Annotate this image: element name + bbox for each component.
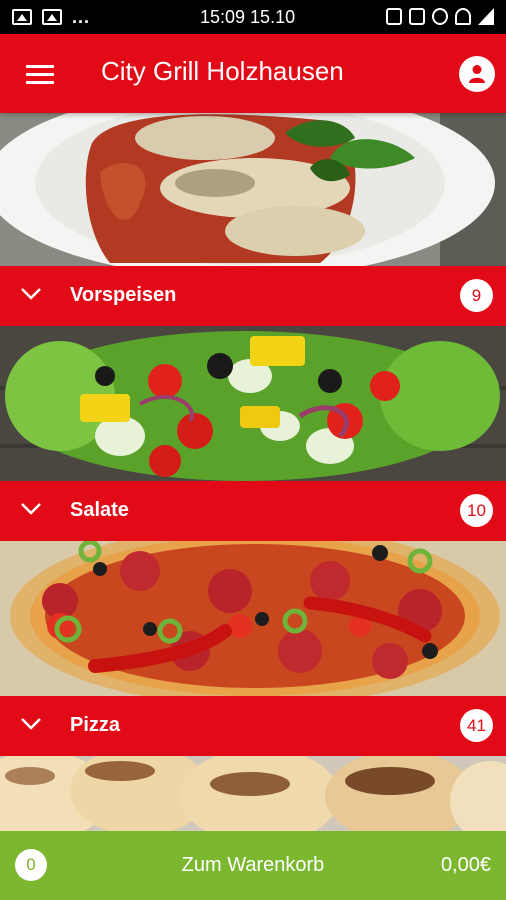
settings-icon	[432, 8, 448, 25]
gallery-notification-icon	[42, 9, 62, 25]
status-bar: ... 15:09 15.10	[0, 0, 506, 34]
app-bar: City Grill Holzhausen	[0, 34, 506, 113]
category-image-pizza[interactable]	[0, 541, 506, 696]
food-photo-pizza	[0, 541, 506, 696]
save-icon	[386, 8, 402, 25]
category-image-salate[interactable]	[0, 326, 506, 481]
category-label: Pizza	[70, 714, 121, 736]
item-count-badge: 9	[460, 279, 493, 312]
hamburger-icon-line	[26, 65, 54, 68]
menu-button[interactable]	[26, 65, 54, 85]
cart-total: 0,00€	[440, 854, 491, 876]
food-photo-casserole	[0, 113, 506, 266]
nfc-icon	[409, 8, 425, 25]
image-notification-icon	[12, 9, 32, 25]
status-time: 15:09 15.10	[200, 7, 296, 27]
chevron-down-icon	[21, 718, 41, 730]
category-label: Salate	[70, 499, 129, 521]
cart-label: Zum Warenkorb	[181, 854, 325, 876]
food-photo-salad	[0, 326, 506, 481]
system-icons	[386, 8, 494, 25]
signal-icon	[478, 8, 494, 25]
wifi-icon	[455, 8, 471, 25]
user-icon	[469, 65, 485, 83]
category-label: Vorspeisen	[70, 284, 177, 306]
cart-bar[interactable]: 0 Zum Warenkorb 0,00€	[0, 831, 506, 900]
category-header-vorspeisen[interactable]: Vorspeisen 9	[0, 266, 506, 326]
category-header-pizza[interactable]: Pizza 41	[0, 696, 506, 756]
chevron-down-icon	[21, 503, 41, 515]
user-account-button[interactable]	[459, 56, 495, 92]
food-photo-rolls	[0, 756, 506, 831]
category-image-vorspeisen[interactable]	[0, 113, 506, 266]
category-header-salate[interactable]: Salate 10	[0, 481, 506, 541]
more-notifications: ...	[72, 6, 91, 27]
hamburger-icon-line	[26, 81, 54, 84]
item-count-badge: 41	[460, 709, 493, 742]
hamburger-icon-line	[26, 73, 54, 76]
item-count-badge: 10	[460, 494, 493, 527]
notification-icons: ...	[12, 7, 90, 28]
app-title: City Grill Holzhausen	[101, 56, 344, 86]
category-image-next[interactable]	[0, 756, 506, 831]
chevron-down-icon	[21, 288, 41, 300]
